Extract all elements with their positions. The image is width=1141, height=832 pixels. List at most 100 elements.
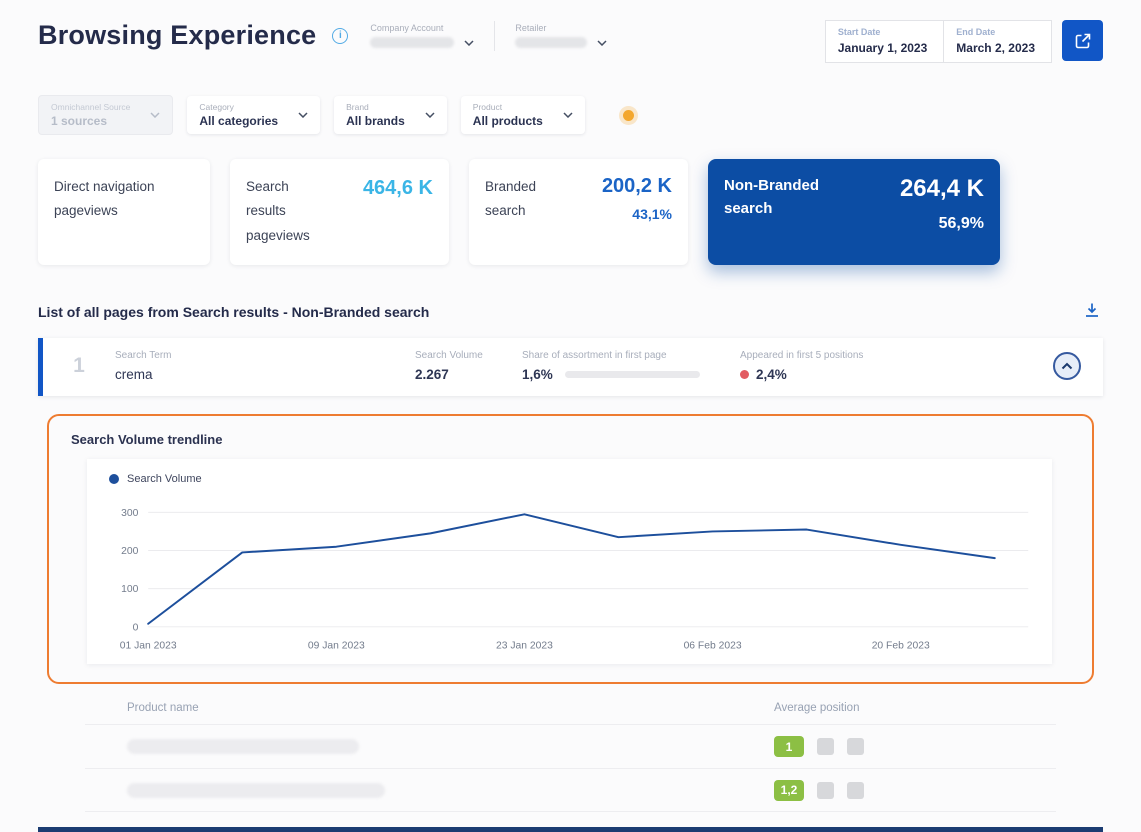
chevron-down-icon [425, 112, 435, 118]
chevron-down-icon [563, 112, 573, 118]
kpi-non-branded-search-active[interactable]: Non-Branded search 264,4 K 56,9% [708, 159, 1000, 265]
trendline-title: Search Volume trendline [71, 432, 1052, 447]
filter-label: Category [199, 102, 278, 112]
products-table-header: Product name Average position [85, 702, 1056, 724]
rank-number: 1 [43, 354, 115, 378]
filter-brand[interactable]: Brand All brands [334, 96, 447, 134]
section-head: List of all pages from Search results - … [0, 299, 1141, 324]
start-date-label: Start Date [838, 27, 927, 37]
product-name-redacted [127, 739, 359, 754]
svg-text:06 Feb 2023: 06 Feb 2023 [684, 640, 742, 651]
kpi-value: 264,4 K [900, 175, 984, 203]
position-badge-empty [847, 782, 864, 799]
kpi-search-results[interactable]: Search results pageviews 464,6 K [230, 159, 449, 265]
search-volume-label: Search Volume [415, 350, 522, 361]
first-positions-value: 2,4% [756, 367, 787, 382]
svg-text:100: 100 [121, 584, 138, 595]
info-icon[interactable]: i [332, 28, 348, 44]
chevron-up-icon [1061, 362, 1073, 370]
download-icon [1083, 301, 1101, 319]
company-account-value [370, 37, 454, 48]
table-row[interactable]: 1 [85, 724, 1056, 768]
filter-value: All products [473, 114, 543, 128]
filter-label: Omnichannel Source [51, 102, 130, 112]
svg-text:200: 200 [121, 546, 138, 557]
kpi-title: Non-Branded search [724, 175, 842, 249]
export-button[interactable] [1062, 20, 1103, 61]
filter-label: Product [473, 102, 543, 112]
table-row[interactable]: 1,2 [85, 768, 1056, 812]
notification-dot [623, 110, 634, 121]
end-date-value: March 2, 2023 [956, 41, 1035, 55]
line-chart: 0 100 200 300 01 Jan 2023 09 Jan 2023 23 Jan 2… [97, 489, 1042, 658]
product-name-redacted [127, 783, 385, 798]
retailer-label: Retailer [515, 23, 607, 33]
company-account-select[interactable]: Company Account [370, 23, 474, 48]
products-table: Product name Average position 1 1,2 [85, 702, 1056, 812]
download-button[interactable] [1081, 299, 1103, 324]
svg-text:0: 0 [133, 622, 139, 633]
column-average-position: Average position [774, 702, 1056, 714]
company-account-label: Company Account [370, 23, 474, 33]
kpi-value: 200,2 K [602, 175, 672, 198]
chevron-down-icon [464, 40, 474, 46]
kpi-branded-search[interactable]: Branded search 200,2 K 43,1% [469, 159, 688, 265]
share-progress-bar [565, 371, 700, 378]
start-date-value: January 1, 2023 [838, 41, 927, 55]
position-badge-empty [847, 738, 864, 755]
start-date-field[interactable]: Start Date January 1, 2023 [826, 21, 943, 62]
svg-text:09 Jan 2023: 09 Jan 2023 [308, 640, 365, 651]
column-product-name: Product name [127, 702, 774, 714]
filter-value: 1 sources [51, 114, 130, 128]
header: Browsing Experience i Company Account Re… [0, 0, 1141, 63]
position-badge: 1 [774, 736, 804, 757]
kpi-share: 43,1% [602, 206, 672, 222]
divider [494, 21, 495, 51]
filter-omnichannel-source[interactable]: Omnichannel Source 1 sources [38, 95, 173, 135]
page-title: Browsing Experience [38, 20, 316, 51]
next-row-edge [38, 827, 1103, 832]
kpi-title: Search results pageviews [246, 175, 326, 249]
filter-label: Brand [346, 102, 405, 112]
filter-product[interactable]: Product All products [461, 96, 585, 134]
share-assortment-value: 1,6% [522, 367, 553, 382]
end-date-field[interactable]: End Date March 2, 2023 [943, 21, 1051, 62]
filter-value: All brands [346, 114, 405, 128]
kpi-cards-row: Direct navigation pageviews Search resul… [0, 159, 1141, 265]
share-assortment-label: Share of assortment in first page [522, 350, 740, 361]
chevron-down-icon [150, 112, 160, 118]
collapse-row-button[interactable] [1053, 352, 1081, 380]
search-volume-chart-card: Search Volume 0 100 200 300 01 Jan 2023 09 Ja… [87, 459, 1052, 664]
position-badge: 1,2 [774, 780, 804, 801]
retailer-value [515, 37, 587, 48]
chart-legend: Search Volume [109, 473, 1042, 485]
first-positions-label: Appeared in first 5 positions [740, 350, 1053, 361]
kpi-direct-navigation[interactable]: Direct navigation pageviews [38, 159, 210, 265]
kpi-title: Branded search [485, 175, 561, 249]
svg-text:23 Jan 2023: 23 Jan 2023 [496, 640, 553, 651]
position-badge-empty [817, 738, 834, 755]
retailer-select[interactable]: Retailer [515, 23, 607, 48]
kpi-value: 464,6 K [363, 177, 433, 249]
svg-text:300: 300 [121, 508, 138, 519]
kpi-title: Direct navigation pageviews [54, 175, 164, 224]
svg-text:01 Jan 2023: 01 Jan 2023 [120, 640, 177, 651]
position-badge-empty [817, 782, 834, 799]
search-volume-value: 2.267 [415, 367, 522, 382]
filter-value: All categories [199, 114, 278, 128]
search-term-label: Search Term [115, 350, 415, 361]
browsing-experience-page: Browsing Experience i Company Account Re… [0, 0, 1141, 832]
legend-dot [109, 474, 119, 484]
date-range-picker: Start Date January 1, 2023 End Date Marc… [825, 20, 1052, 63]
search-term-row[interactable]: 1 Search Term crema Search Volume 2.267 … [38, 338, 1103, 396]
legend-label: Search Volume [127, 473, 202, 485]
section-title: List of all pages from Search results - … [38, 304, 429, 320]
filter-category[interactable]: Category All categories [187, 96, 320, 134]
status-dot-red [740, 370, 749, 379]
trendline-panel: Search Volume trendline Search Volume 01… [47, 414, 1094, 684]
svg-text:20 Feb 2023: 20 Feb 2023 [872, 640, 930, 651]
external-link-icon [1074, 32, 1092, 50]
chevron-down-icon [298, 112, 308, 118]
chevron-down-icon [597, 40, 607, 46]
search-term-value: crema [115, 367, 415, 382]
